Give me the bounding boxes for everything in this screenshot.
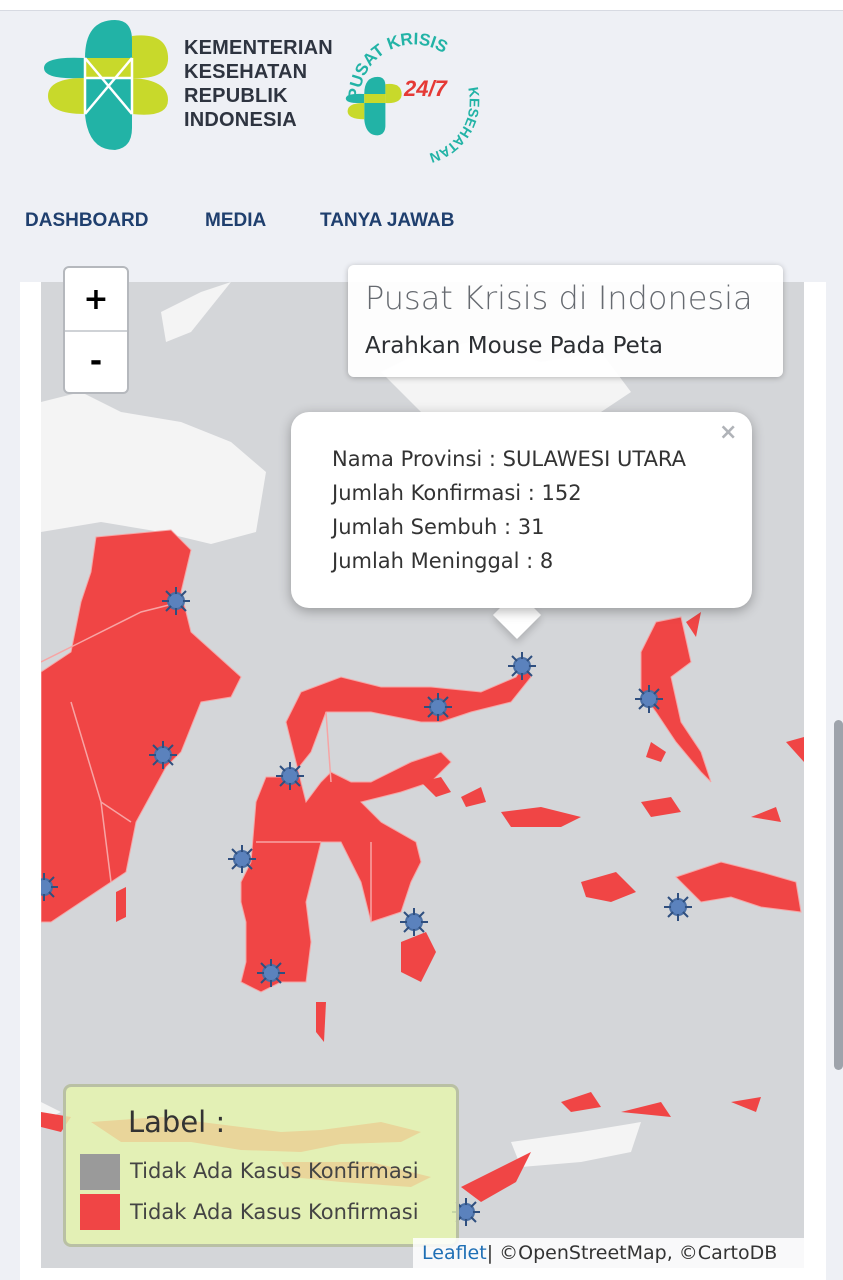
island-maluku-4[interactable] (751, 807, 781, 822)
popup-deaths: Jumlah Meninggal : 8 (332, 549, 554, 573)
browser-top-edge (0, 0, 843, 11)
island-maluku-3[interactable] (581, 872, 636, 902)
kemenkes-logo (44, 20, 169, 150)
page-scrollbar[interactable] (834, 720, 843, 1070)
virus-marker-icon[interactable] (161, 586, 191, 616)
ministry-line-3: REPUBLIK (184, 85, 288, 107)
island-maluku-2[interactable] (641, 797, 681, 817)
virus-marker-icon[interactable] (399, 907, 429, 937)
island-maluku-5[interactable] (786, 737, 804, 762)
info-subtitle: Arahkan Mouse Pada Peta (365, 333, 663, 359)
nav-tanya-jawab[interactable]: TANYA JAWAB (320, 210, 454, 232)
map-attribution: Leaflet | ©OpenStreetMap, ©CartoDB (413, 1238, 804, 1268)
popup-confirmed: Jumlah Konfirmasi : 152 (332, 481, 582, 505)
popup-close-icon[interactable]: × (719, 420, 737, 445)
virus-marker-icon[interactable] (507, 651, 537, 681)
leaflet-link[interactable]: Leaflet (422, 1242, 487, 1264)
seram-papua-island[interactable] (675, 861, 802, 913)
virus-marker-icon[interactable] (41, 872, 59, 902)
island-nt-3[interactable] (621, 1102, 671, 1117)
legend-label-gray: Tidak Ada Kasus Konfirmasi (130, 1159, 419, 1183)
zoom-control: + - (63, 266, 129, 394)
timor-island[interactable] (461, 1152, 531, 1202)
virus-marker-icon[interactable] (227, 844, 257, 874)
island-north (161, 282, 231, 342)
island-nt-2[interactable] (561, 1092, 601, 1112)
virus-marker-icon[interactable] (423, 692, 453, 722)
pusat-krisis-badge-logo: PUSAT KRISIS KESEHATAN 24/7 (345, 29, 483, 164)
ministry-line-2: KESEHATAN (184, 61, 308, 83)
virus-marker-icon[interactable] (256, 958, 286, 988)
virus-marker-icon[interactable] (148, 740, 178, 770)
ministry-name: KEMENTERIAN KESEHATAN REPUBLIK INDONESIA (184, 36, 333, 132)
sulawesi-provinces[interactable] (240, 660, 532, 993)
virus-marker-icon[interactable] (275, 761, 305, 791)
island-nt-4[interactable] (731, 1097, 761, 1112)
borneo-north-land (41, 392, 266, 544)
legend-swatch-red (80, 1194, 120, 1230)
nav-dashboard[interactable]: DASHBOARD (25, 210, 149, 232)
popup-province: Nama Provinsi : SULAWESI UTARA (332, 447, 687, 471)
kalimantan-provinces[interactable] (41, 529, 242, 923)
popup-recovered: Jumlah Sembuh : 31 (332, 515, 545, 539)
buton-island[interactable] (401, 932, 436, 982)
island-maluku-1[interactable] (646, 742, 666, 762)
virus-marker-icon[interactable] (663, 892, 693, 922)
selayar-island[interactable] (316, 1002, 326, 1042)
morotai-island[interactable] (686, 612, 701, 637)
ministry-line-1: KEMENTERIAN (184, 37, 333, 59)
map-info-box: Pusat Krisis di Indonesia Arahkan Mouse … (348, 265, 783, 377)
map-legend: Label : Tidak Ada Kasus Konfirmasi Tidak… (63, 1084, 459, 1247)
island-sula[interactable] (461, 787, 486, 807)
legend-title: Label : (128, 1105, 226, 1139)
badge-24-7-text: 24/7 (403, 76, 449, 101)
ministry-line-4: INDONESIA (184, 109, 297, 131)
legend-swatch-gray (80, 1154, 120, 1190)
timor-leste-land (511, 1122, 641, 1167)
legend-label-red: Tidak Ada Kasus Konfirmasi (130, 1200, 419, 1224)
province-popup: Nama Provinsi : SULAWESI UTARA Jumlah Ko… (291, 412, 752, 608)
info-title: Pusat Krisis di Indonesia (365, 279, 753, 317)
nav-media[interactable]: MEDIA (205, 210, 266, 232)
virus-marker-icon[interactable] (634, 684, 664, 714)
attribution-text: | ©OpenStreetMap, ©CartoDB (486, 1242, 778, 1264)
zoom-in-button[interactable]: + (65, 268, 127, 332)
island-se-kalimantan[interactable] (116, 887, 126, 922)
zoom-out-button[interactable]: - (65, 330, 127, 392)
buru-seram-island[interactable] (501, 807, 581, 827)
